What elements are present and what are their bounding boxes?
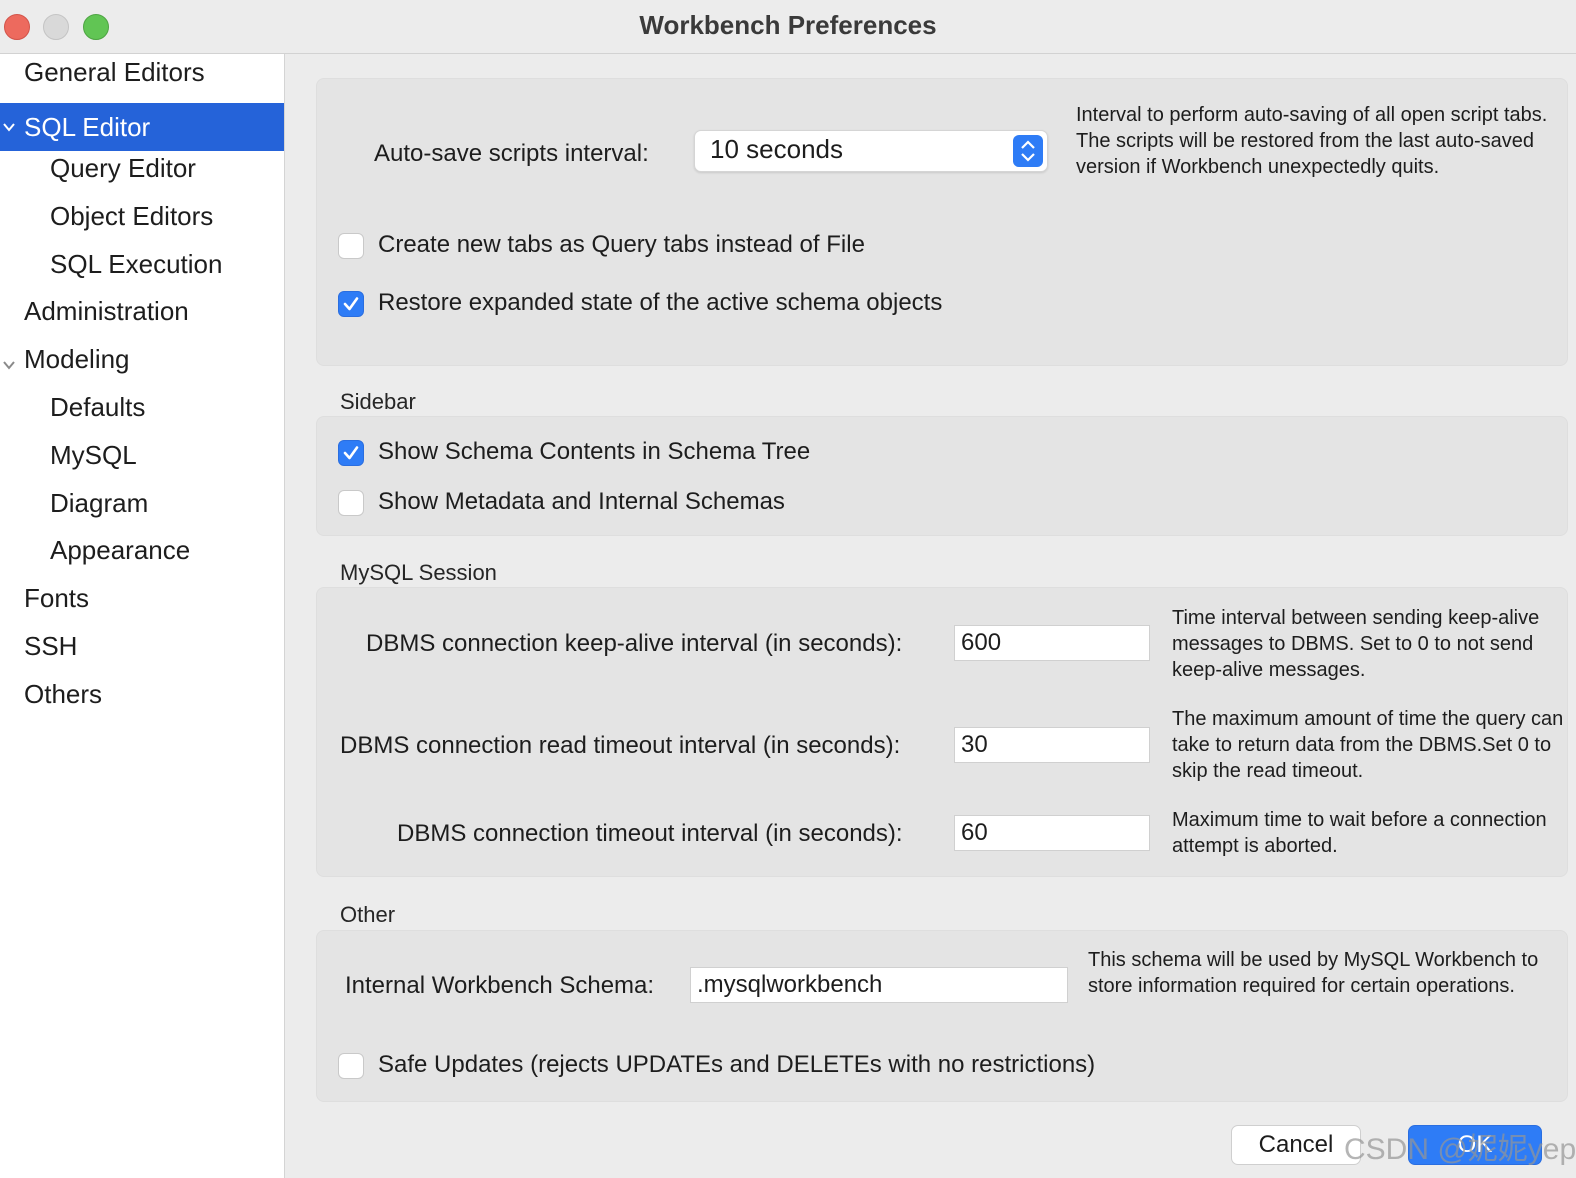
sidebar-item-modeling[interactable]: Modeling	[0, 335, 284, 383]
stepper-arrows-icon	[1013, 135, 1043, 167]
keepalive-description: Time interval between sending keep-alive…	[1172, 607, 1540, 681]
window-title: Workbench Preferences	[639, 10, 937, 40]
sidebar-item-label: Query Editor	[50, 153, 196, 183]
schema-label: Internal Workbench Schema:	[345, 972, 655, 999]
query-tabs-checkbox-row[interactable]: Create new tabs as Query tabs instead of…	[338, 231, 1038, 263]
autosave-description: Interval to perform auto-saving of all o…	[1076, 104, 1548, 178]
conn-timeout-description: Maximum time to wait before a connection…	[1172, 809, 1547, 857]
sidebar-item-sql-execution[interactable]: SQL Execution	[0, 240, 284, 288]
other-section-title: Other	[340, 902, 396, 927]
cancel-button[interactable]: Cancel	[1231, 1125, 1361, 1165]
safe-updates-row[interactable]: Safe Updates (rejects UPDATEs and DELETE…	[338, 1051, 1238, 1083]
sidebar-item-label: Administration	[24, 296, 189, 326]
safe-updates-checkbox[interactable]	[338, 1053, 364, 1079]
sidebar-item-label: Fonts	[24, 583, 90, 613]
sidebar-item-general-editors[interactable]: General Editors	[0, 48, 284, 96]
checkmark-icon	[343, 446, 359, 460]
sidebar-section-title: Sidebar	[340, 389, 416, 414]
sidebar-item-mysql[interactable]: MySQL	[0, 431, 284, 479]
show-schema-contents-checkbox[interactable]	[338, 440, 364, 466]
internal-schema-input[interactable]: .mysqlworkbench	[690, 967, 1068, 1003]
sidebar-item-label: SSH	[24, 631, 78, 661]
checkmark-icon	[343, 297, 359, 311]
sidebar-item-label: Object Editors	[50, 201, 214, 231]
restore-state-checkbox[interactable]	[338, 291, 364, 317]
sidebar-item-label: SQL Execution	[50, 249, 223, 279]
show-metadata-row[interactable]: Show Metadata and Internal Schemas	[338, 488, 1038, 520]
query-tabs-label: Create new tabs as Query tabs instead of…	[378, 231, 865, 258]
show-metadata-checkbox[interactable]	[338, 490, 364, 516]
sidebar-item-object-editors[interactable]: Object Editors	[0, 192, 284, 240]
restore-state-checkbox-row[interactable]: Restore expanded state of the active sch…	[338, 289, 1038, 321]
title-bar: Workbench Preferences	[0, 0, 1576, 54]
show-metadata-label: Show Metadata and Internal Schemas	[378, 488, 785, 515]
sidebar-item-fonts[interactable]: Fonts	[0, 574, 284, 622]
read-timeout-input[interactable]: 30	[954, 727, 1150, 763]
sidebar-item-label: Others	[24, 679, 103, 709]
restore-state-label: Restore expanded state of the active sch…	[378, 289, 943, 316]
sidebar-item-label: Diagram	[50, 488, 149, 518]
sidebar-item-administration[interactable]: Administration	[0, 287, 284, 335]
sidebar-item-label: MySQL	[50, 440, 137, 470]
read-timeout-label: DBMS connection read timeout interval (i…	[340, 732, 901, 759]
read-timeout-description: The maximum amount of time the query can…	[1172, 708, 1564, 782]
autosave-interval-value: 10 seconds	[710, 134, 843, 164]
preferences-sidebar: General Editors SQL Editor Query Editor …	[0, 54, 285, 1178]
sidebar-item-appearance[interactable]: Appearance	[0, 526, 284, 574]
sidebar-item-label: Defaults	[50, 392, 146, 422]
show-schema-contents-row[interactable]: Show Schema Contents in Schema Tree	[338, 438, 1038, 470]
show-schema-contents-label: Show Schema Contents in Schema Tree	[378, 438, 811, 465]
keepalive-input[interactable]: 600	[954, 625, 1150, 661]
safe-updates-label: Safe Updates (rejects UPDATEs and DELETE…	[378, 1051, 1096, 1078]
preferences-content: Auto-save scripts interval: 10 seconds I…	[286, 54, 1576, 1178]
schema-description: This schema will be used by MySQL Workbe…	[1088, 949, 1539, 997]
sidebar-item-query-editor[interactable]: Query Editor	[0, 144, 284, 192]
sidebar-item-label: General Editors	[24, 57, 205, 87]
sidebar-item-defaults[interactable]: Defaults	[0, 383, 284, 431]
autosave-label: Auto-save scripts interval:	[374, 140, 649, 167]
autosave-interval-select[interactable]: 10 seconds	[694, 130, 1048, 172]
sidebar-item-label: Appearance	[50, 535, 191, 565]
sidebar-item-diagram[interactable]: Diagram	[0, 479, 284, 527]
keepalive-label: DBMS connection keep-alive interval (in …	[366, 630, 903, 657]
conn-timeout-input[interactable]: 60	[954, 815, 1150, 851]
sidebar-item-label: Modeling	[24, 344, 130, 374]
mysql-session-section-title: MySQL Session	[340, 560, 497, 585]
sidebar-item-others[interactable]: Others	[0, 670, 284, 718]
sidebar-item-ssh[interactable]: SSH	[0, 622, 284, 670]
conn-timeout-label: DBMS connection timeout interval (in sec…	[397, 820, 903, 847]
ok-button[interactable]: OK	[1408, 1125, 1542, 1165]
query-tabs-checkbox[interactable]	[338, 233, 364, 259]
